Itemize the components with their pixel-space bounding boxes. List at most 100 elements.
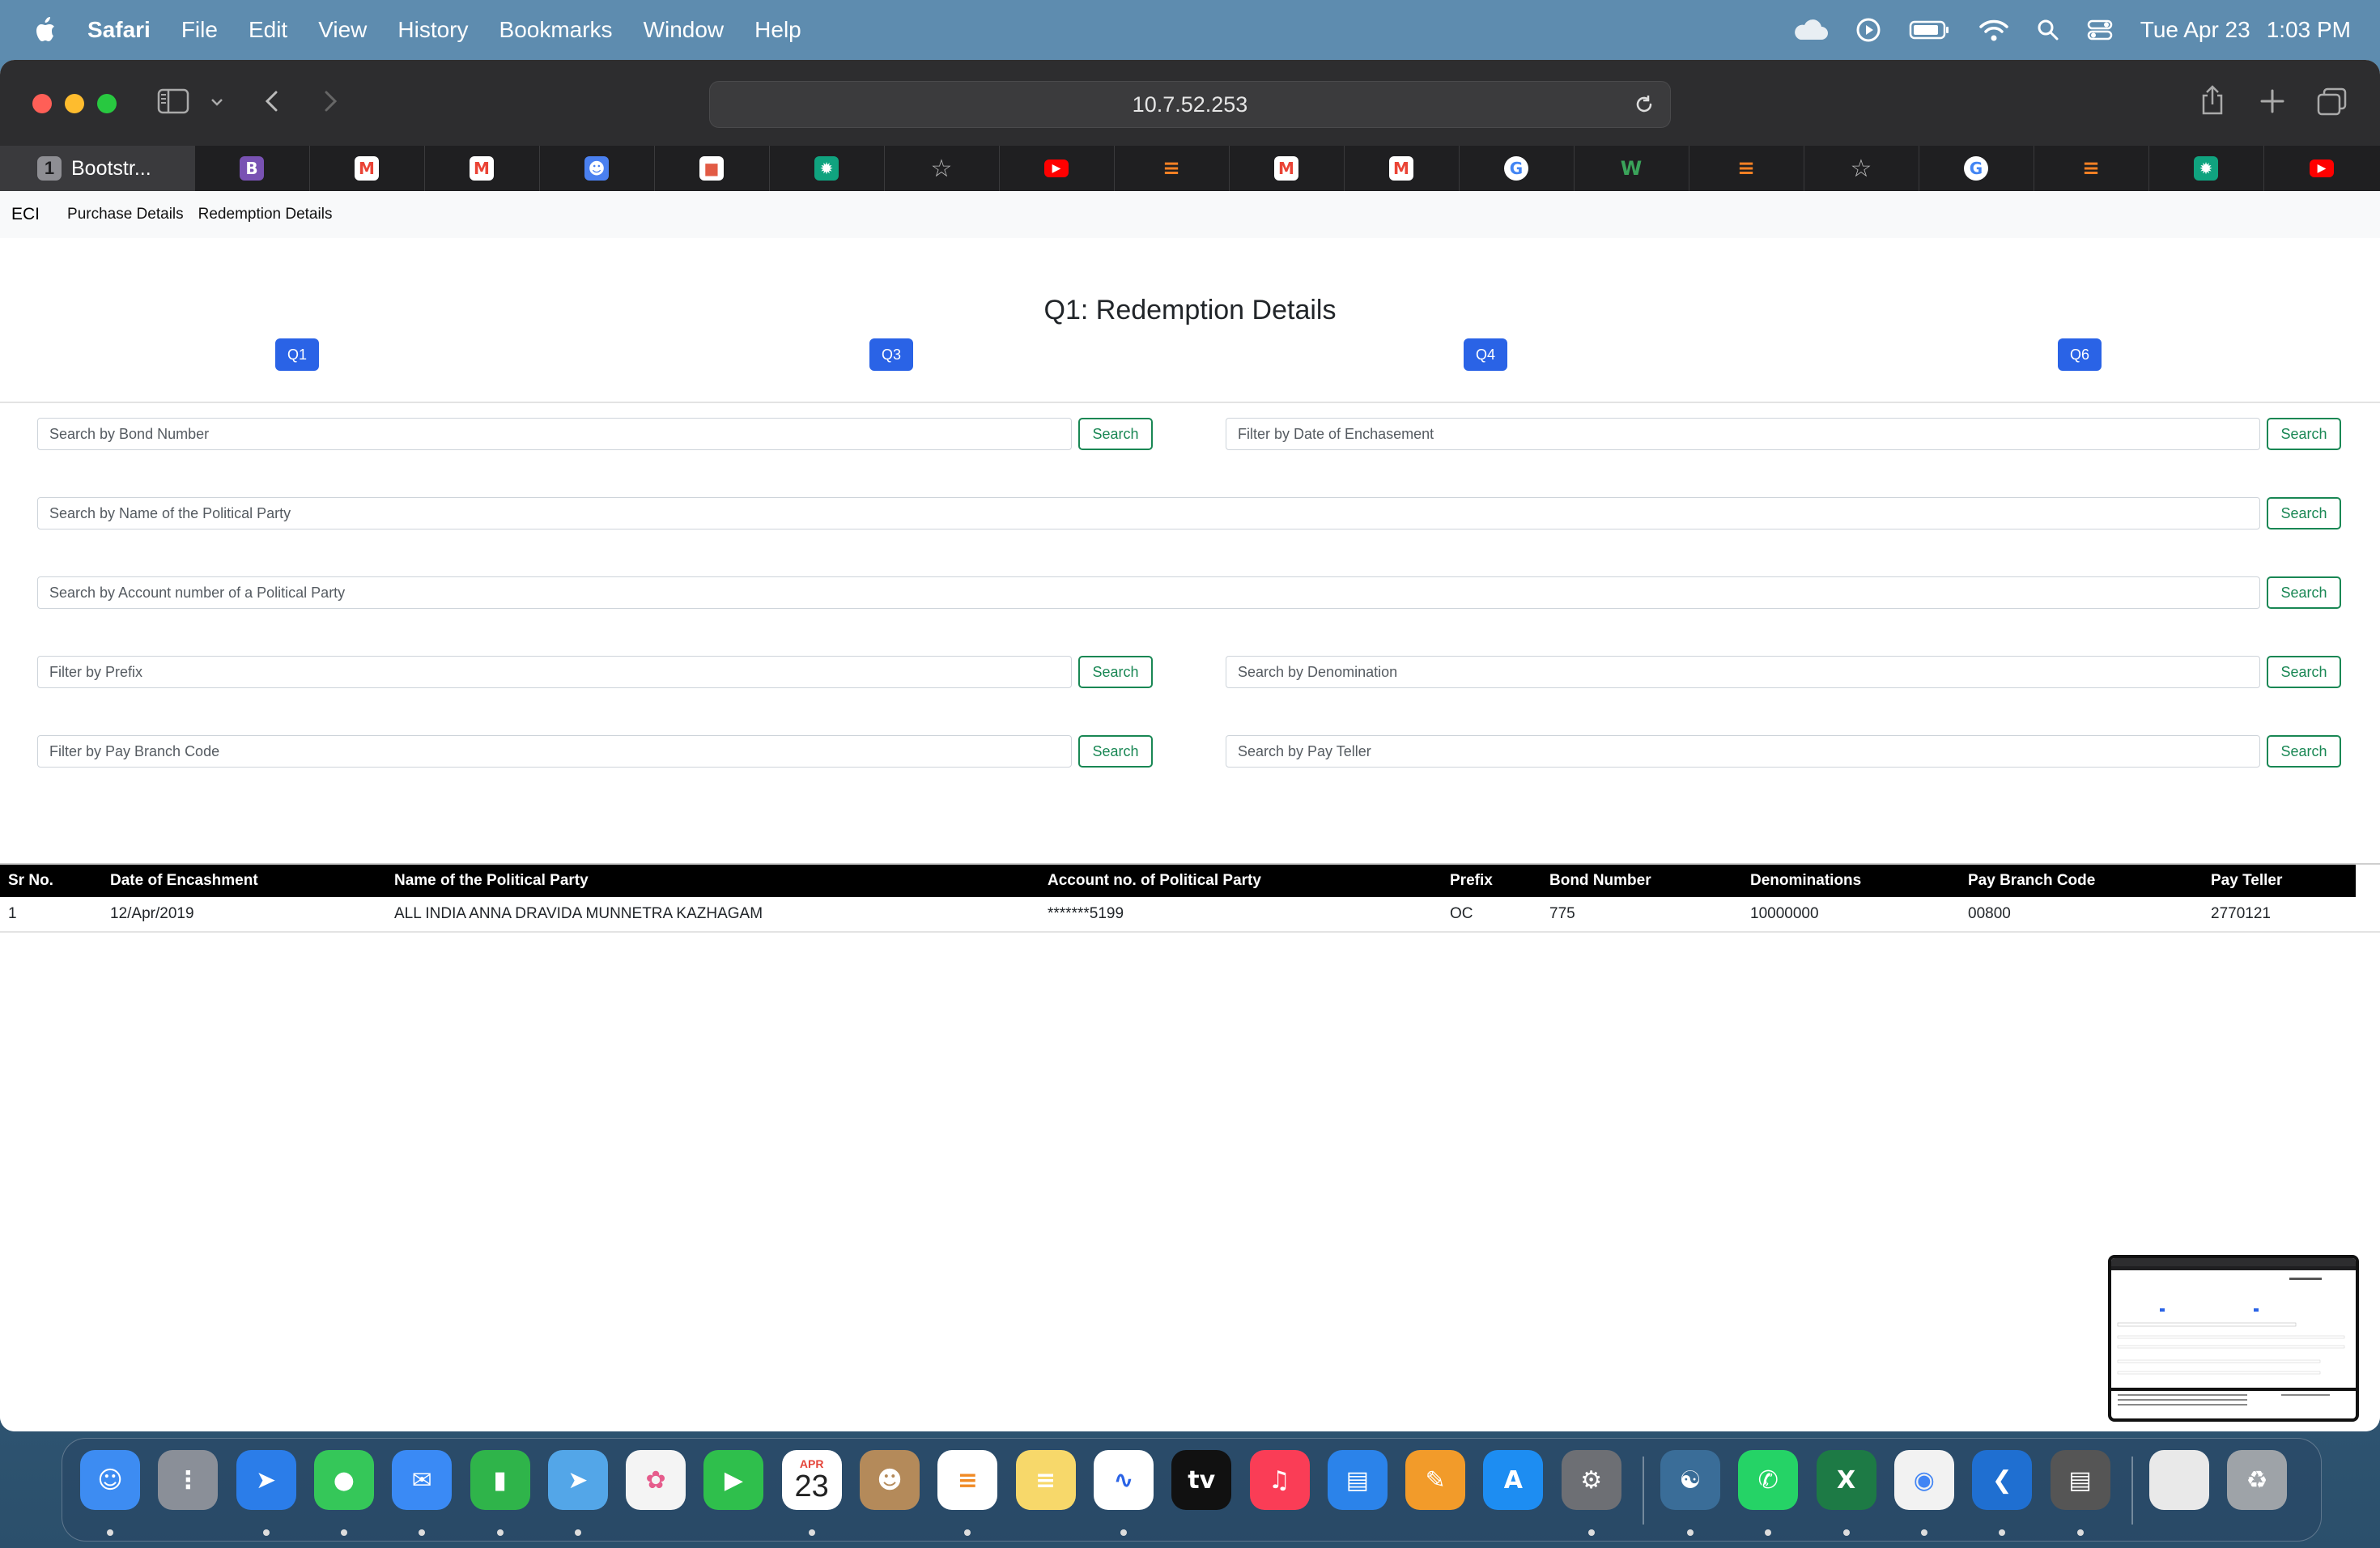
control-center-icon[interactable]	[2087, 19, 2113, 41]
menu-file[interactable]: File	[181, 17, 218, 43]
sidebar-toggle-icon[interactable]	[157, 87, 189, 115]
menu-view[interactable]: View	[318, 17, 367, 43]
screenshot-thumbnail[interactable]	[2108, 1255, 2359, 1422]
dock-photos-icon[interactable]: ✿	[626, 1450, 686, 1510]
tab-wikidata[interactable]: W	[1574, 146, 1689, 191]
pay-branch-code-input[interactable]	[37, 735, 1072, 768]
tab-google-2[interactable]: G	[1919, 146, 2034, 191]
tab-box[interactable]: ■	[654, 146, 770, 191]
share-icon[interactable]	[2199, 84, 2226, 117]
dock-numbers-icon[interactable]: ▮	[470, 1450, 530, 1510]
dock-mysql-workbench-icon[interactable]: ☯	[1660, 1450, 1720, 1510]
tab-google-1[interactable]: G	[1459, 146, 1575, 191]
dock-calendar-icon[interactable]: APR 23	[781, 1450, 842, 1510]
party-name-search-button[interactable]: Search	[2267, 497, 2341, 529]
tab-overview-icon[interactable]	[2317, 87, 2348, 117]
tab-star-1[interactable]: ☆	[884, 146, 1000, 191]
menubar-time[interactable]: 1:03 PM	[2267, 17, 2351, 43]
menubar-date[interactable]: Tue Apr 23	[2140, 17, 2250, 43]
tab-stackoverflow-3[interactable]: ≡	[2034, 146, 2149, 191]
menu-help[interactable]: Help	[754, 17, 801, 43]
q4-button[interactable]: Q4	[1464, 338, 1507, 371]
tab-stackoverflow-1[interactable]: ≡	[1114, 146, 1230, 191]
tab-youtube-2[interactable]: ▶	[2263, 146, 2380, 191]
dock-launchpad-icon[interactable]: ⋮	[158, 1450, 219, 1510]
dock-trash-icon[interactable]: ♻	[2227, 1450, 2288, 1510]
nav-link-purchase-details[interactable]: Purchase Details	[67, 206, 184, 223]
tab-gmail-1[interactable]: M	[309, 146, 425, 191]
bond-number-input[interactable]	[37, 418, 1072, 450]
date-encashment-search-button[interactable]: Search	[2267, 418, 2341, 450]
minimize-window-button[interactable]	[65, 94, 84, 113]
dock-finder-icon[interactable]: ☺	[80, 1450, 140, 1510]
dock-safari-icon[interactable]: ➤	[236, 1450, 296, 1510]
dock-document-icon[interactable]	[2148, 1450, 2209, 1510]
prefix-search-button[interactable]: Search	[1078, 656, 1153, 688]
prefix-input[interactable]	[37, 656, 1072, 688]
tab-chatgpt-2[interactable]: ✹	[2148, 146, 2264, 191]
denomination-input[interactable]	[1226, 656, 2260, 688]
dock-keynote-icon[interactable]: ▤	[1327, 1450, 1388, 1510]
dock-mail-icon[interactable]: ✉	[392, 1450, 453, 1510]
menu-edit[interactable]: Edit	[249, 17, 287, 43]
q3-button[interactable]: Q3	[869, 338, 913, 371]
close-window-button[interactable]	[32, 94, 52, 113]
tab-bootstrap[interactable]: B	[194, 146, 310, 191]
forward-icon[interactable]	[319, 87, 342, 115]
play-icon[interactable]	[1855, 17, 1881, 43]
account-number-search-button[interactable]: Search	[2267, 576, 2341, 609]
tab-stackoverflow-2[interactable]: ≡	[1689, 146, 1804, 191]
dock-messages-icon[interactable]: ●	[313, 1450, 374, 1510]
tab-youtube-1[interactable]: ▶	[999, 146, 1115, 191]
reload-icon[interactable]	[1633, 93, 1655, 116]
icloud-icon[interactable]	[1792, 19, 1828, 41]
url-text[interactable]: 10.7.52.253	[710, 92, 1670, 117]
dock-reminders-icon[interactable]: ≡	[937, 1450, 998, 1510]
dock-system-settings-icon[interactable]: ⚙	[1561, 1450, 1621, 1510]
tab-star-2[interactable]: ☆	[1804, 146, 1919, 191]
dock-freeform-icon[interactable]: ∿	[1093, 1450, 1154, 1510]
pay-branch-code-search-button[interactable]: Search	[1078, 735, 1153, 768]
tab-active[interactable]: 1 Bootstr...	[0, 146, 195, 191]
nav-brand[interactable]: ECI	[11, 205, 40, 224]
dock-excel-icon[interactable]: X	[1816, 1450, 1876, 1510]
denomination-search-button[interactable]: Search	[2267, 656, 2341, 688]
spotlight-search-icon[interactable]	[2037, 19, 2059, 41]
tab-contacts[interactable]: ☻	[539, 146, 655, 191]
tab-gmail-3[interactable]: M	[1229, 146, 1345, 191]
wifi-icon[interactable]	[1978, 18, 2009, 42]
chevron-down-icon[interactable]	[209, 94, 225, 110]
dock-notes-icon[interactable]: ≡	[1015, 1450, 1076, 1510]
date-encashment-input[interactable]	[1226, 418, 2260, 450]
pay-teller-input[interactable]	[1226, 735, 2260, 768]
apple-icon[interactable]	[32, 16, 57, 44]
dock-facetime-icon[interactable]: ▶	[703, 1450, 764, 1510]
zoom-window-button[interactable]	[97, 94, 117, 113]
q6-button[interactable]: Q6	[2058, 338, 2102, 371]
menu-window[interactable]: Window	[644, 17, 725, 43]
tab-gmail-2[interactable]: M	[424, 146, 540, 191]
account-number-input[interactable]	[37, 576, 2260, 609]
dock-whatsapp-icon[interactable]: ✆	[1738, 1450, 1799, 1510]
q1-button[interactable]: Q1	[275, 338, 319, 371]
dock-vs-code-icon[interactable]: ❮	[1972, 1450, 2033, 1510]
bond-number-search-button[interactable]: Search	[1078, 418, 1153, 450]
dock-pages-icon[interactable]: ✎	[1405, 1450, 1466, 1510]
dock-music-icon[interactable]: ♫	[1249, 1450, 1310, 1510]
menu-app-safari[interactable]: Safari	[87, 17, 151, 43]
new-tab-icon[interactable]	[2259, 87, 2286, 115]
tab-chatgpt-1[interactable]: ✹	[769, 146, 885, 191]
nav-link-redemption-details[interactable]: Redemption Details	[198, 206, 333, 223]
menu-history[interactable]: History	[397, 17, 468, 43]
dock-calculator-icon[interactable]: ▤	[2050, 1450, 2110, 1510]
dock-chrome-icon[interactable]: ◉	[1893, 1450, 1954, 1510]
pay-teller-search-button[interactable]: Search	[2267, 735, 2341, 768]
dock-app-store-icon[interactable]: A	[1483, 1450, 1544, 1510]
dock-contacts-icon[interactable]: ☻	[860, 1450, 920, 1510]
dock-apple-tv-icon[interactable]: tv	[1171, 1450, 1232, 1510]
dock-maps-icon[interactable]: ➤	[547, 1450, 608, 1510]
battery-icon[interactable]	[1909, 19, 1951, 40]
address-bar[interactable]: 10.7.52.253	[709, 81, 1671, 128]
back-icon[interactable]	[261, 87, 283, 115]
tab-gmail-4[interactable]: M	[1344, 146, 1460, 191]
